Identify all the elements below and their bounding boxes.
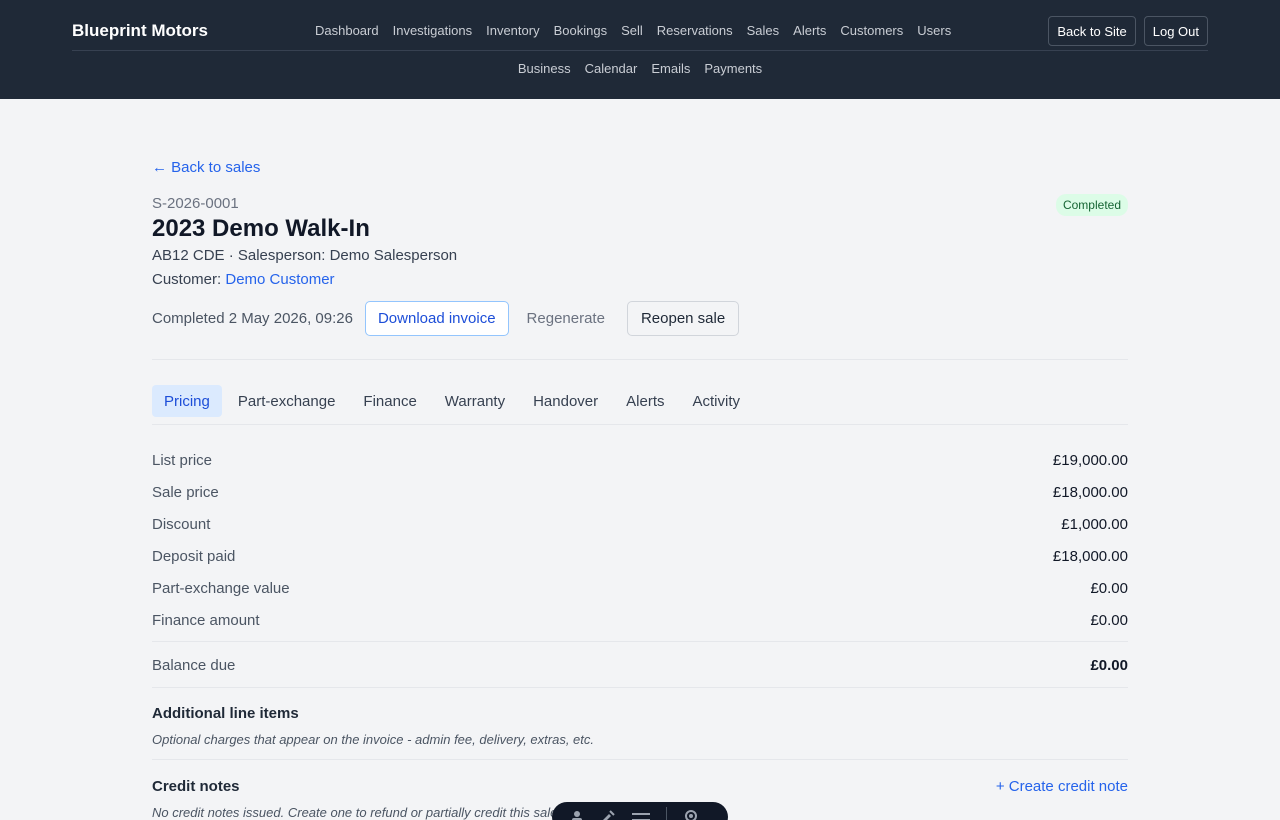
nav-item-dashboard[interactable]: Dashboard [315, 23, 379, 38]
completed-timestamp: Completed 2 May 2026, 09:26 [152, 310, 353, 327]
price-value: £18,000.00 [1052, 483, 1128, 501]
header-divider [72, 50, 1208, 51]
regenerate-button[interactable]: Regenerate [527, 310, 605, 327]
primary-nav: Dashboard Investigations Inventory Booki… [315, 23, 951, 38]
balance-divider [152, 641, 1128, 642]
brush-icon[interactable] [600, 809, 616, 820]
gear-icon-svg [685, 810, 697, 820]
nav-item-users[interactable]: Users [917, 23, 951, 38]
price-row: Part-exchange value £0.00 [152, 572, 1128, 604]
menu-icon[interactable] [632, 809, 650, 820]
nav-item-alerts[interactable]: Alerts [793, 23, 826, 38]
credit-notes-title: Credit notes [152, 778, 240, 795]
toolbar-separator [666, 807, 667, 820]
balance-due-row: Balance due £0.00 [152, 650, 1128, 680]
nav-item-inventory[interactable]: Inventory [486, 23, 539, 38]
balance-value: £0.00 [1090, 656, 1128, 674]
tab-finance[interactable]: Finance [351, 385, 428, 417]
line-items-note: Optional charges that appear on the invo… [152, 732, 594, 747]
nav-item-sell[interactable]: Sell [621, 23, 643, 38]
price-value: £19,000.00 [1052, 451, 1128, 469]
price-row: Discount £1,000.00 [152, 508, 1128, 540]
tab-alerts[interactable]: Alerts [614, 385, 676, 417]
nav-item-bookings[interactable]: Bookings [554, 23, 607, 38]
balance-label: Balance due [152, 656, 236, 674]
price-row: Deposit paid £18,000.00 [152, 540, 1128, 572]
price-label: List price [152, 451, 213, 469]
person-icon[interactable] [570, 809, 584, 820]
price-row: Sale price £18,000.00 [152, 476, 1128, 508]
pricing-table: List price £19,000.00 Sale price £18,000… [152, 444, 1128, 636]
customer-link[interactable]: Demo Customer [225, 271, 334, 288]
nav-item-investigations[interactable]: Investigations [393, 23, 473, 38]
tab-part-exchange[interactable]: Part-exchange [226, 385, 348, 417]
back-to-sales-link[interactable]: ← Back to sales [152, 159, 260, 176]
menu-icon-svg [632, 813, 650, 820]
top-navigation-bar: Blueprint Motors Dashboard Investigation… [0, 0, 1280, 99]
nav-item-emails[interactable]: Emails [651, 61, 690, 76]
download-invoice-button[interactable]: Download invoice [364, 301, 509, 336]
header-inner: Blueprint Motors Dashboard Investigation… [72, 0, 1208, 99]
secondary-nav: Business Calendar Emails Payments [72, 61, 1208, 76]
credit-notes-note: No credit notes issued. Create one to re… [152, 805, 561, 820]
nav-item-business[interactable]: Business [518, 61, 571, 76]
customer-label: Customer: [152, 271, 222, 288]
section-divider [152, 359, 1128, 360]
price-label: Part-exchange value [152, 579, 290, 597]
back-to-site-button[interactable]: Back to Site [1048, 16, 1136, 46]
price-label: Deposit paid [152, 547, 236, 565]
vehicle-subline: AB12 CDE · Salesperson: Demo Salesperson [152, 247, 458, 264]
create-credit-note-link[interactable]: + Create credit note [996, 778, 1128, 795]
price-value: £18,000.00 [1052, 547, 1128, 565]
credit-notes-divider [152, 759, 1128, 760]
sale-id: S-2026-0001 [152, 195, 239, 212]
reopen-sale-button[interactable]: Reopen sale [626, 301, 740, 336]
tabs-divider [152, 424, 1128, 425]
nav-item-payments[interactable]: Payments [704, 61, 762, 76]
gear-icon[interactable] [683, 808, 699, 820]
price-row: List price £19,000.00 [152, 444, 1128, 476]
price-value: £0.00 [1090, 579, 1128, 597]
log-out-button[interactable]: Log Out [1143, 16, 1208, 46]
line-items-title: Additional line items [152, 705, 299, 722]
price-row: Finance amount £0.00 [152, 604, 1128, 636]
nav-item-calendar[interactable]: Calendar [585, 61, 638, 76]
sale-tabs: Pricing Part-exchange Finance Warranty H… [152, 385, 756, 417]
nav-item-customers[interactable]: Customers [840, 23, 903, 38]
brush-icon-svg [603, 810, 615, 820]
floating-toolbar [552, 802, 728, 820]
price-label: Finance amount [152, 611, 260, 629]
customer-line: Customer: Demo Customer [152, 271, 335, 288]
price-value: £1,000.00 [1061, 515, 1128, 533]
tab-warranty[interactable]: Warranty [433, 385, 517, 417]
status-badge: Completed [1055, 194, 1128, 216]
person-icon-svg [572, 811, 582, 820]
price-value: £0.00 [1090, 611, 1128, 629]
nav-item-reservations[interactable]: Reservations [657, 23, 733, 38]
page-title: 2023 Demo Walk-In [152, 215, 370, 242]
tab-pricing[interactable]: Pricing [152, 385, 222, 417]
brand-logo[interactable]: Blueprint Motors [72, 21, 208, 41]
sale-actions: Completed 2 May 2026, 09:26 Download inv… [152, 301, 740, 336]
tab-handover[interactable]: Handover [521, 385, 610, 417]
line-items-divider [152, 687, 1128, 688]
tab-activity[interactable]: Activity [680, 385, 752, 417]
header-actions: Back to Site Log Out [1048, 16, 1208, 46]
price-label: Discount [152, 515, 211, 533]
nav-item-sales[interactable]: Sales [747, 23, 780, 38]
price-label: Sale price [152, 483, 219, 501]
